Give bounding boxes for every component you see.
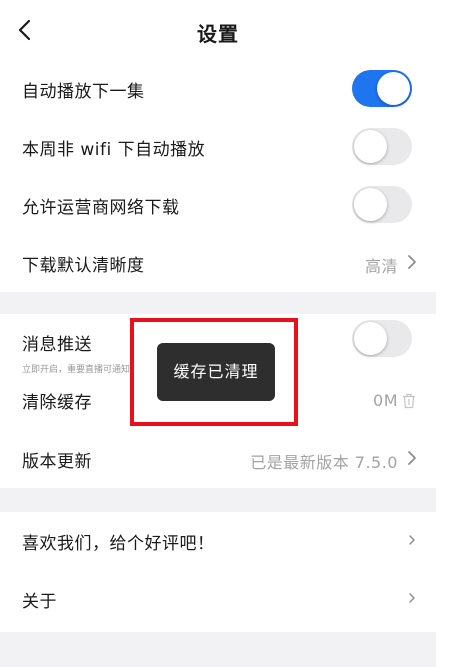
trash-icon	[403, 393, 415, 409]
toggle-knob	[354, 130, 387, 163]
playback-section: 自动播放下一集 本周非 wifi 下自动播放 允许运营商网络下载 下载默认清晰度…	[0, 60, 436, 292]
setting-carrier-download: 允许运营商网络下载	[0, 176, 436, 234]
setting-download-quality[interactable]: 下载默认清晰度 高清	[0, 234, 436, 292]
push-toggle[interactable]	[352, 320, 412, 357]
toggle-knob	[377, 72, 410, 105]
setting-label: 关于	[22, 592, 57, 612]
right-margin	[436, 0, 467, 667]
setting-autoplay-next: 自动播放下一集	[0, 60, 436, 118]
chevron-right-icon	[408, 451, 416, 465]
toggle-knob	[354, 188, 387, 221]
setting-rate-us[interactable]: 喜欢我们，给个好评吧！	[0, 512, 436, 570]
nav-bar: 设置	[0, 0, 436, 60]
chevron-right-icon	[408, 255, 416, 269]
setting-label: 消息推送	[22, 335, 92, 355]
about-section: 喜欢我们，给个好评吧！ 关于	[0, 512, 436, 632]
non-wifi-autoplay-toggle[interactable]	[352, 128, 412, 165]
download-quality-value: 高清	[364, 257, 398, 276]
highlight-box	[130, 318, 298, 426]
page-title: 设置	[197, 22, 239, 46]
chevron-right-icon	[409, 535, 415, 545]
cache-size-value: 0M	[373, 391, 398, 410]
setting-label: 版本更新	[22, 452, 92, 472]
chevron-right-icon	[409, 593, 415, 603]
version-value: 已是最新版本 7.5.0	[250, 453, 398, 472]
setting-version[interactable]: 版本更新 已是最新版本 7.5.0	[0, 430, 436, 488]
setting-about[interactable]: 关于	[0, 570, 436, 628]
setting-non-wifi-autoplay: 本周非 wifi 下自动播放	[0, 118, 436, 176]
setting-label: 本周非 wifi 下自动播放	[22, 140, 206, 160]
setting-label: 喜欢我们，给个好评吧！	[22, 534, 215, 554]
setting-label: 自动播放下一集	[22, 82, 145, 102]
setting-label: 允许运营商网络下载	[22, 198, 180, 218]
autoplay-next-toggle[interactable]	[352, 70, 412, 107]
carrier-download-toggle[interactable]	[352, 186, 412, 223]
setting-label: 清除缓存	[22, 393, 92, 413]
setting-label: 下载默认清晰度	[22, 256, 145, 276]
toggle-knob	[354, 322, 387, 355]
